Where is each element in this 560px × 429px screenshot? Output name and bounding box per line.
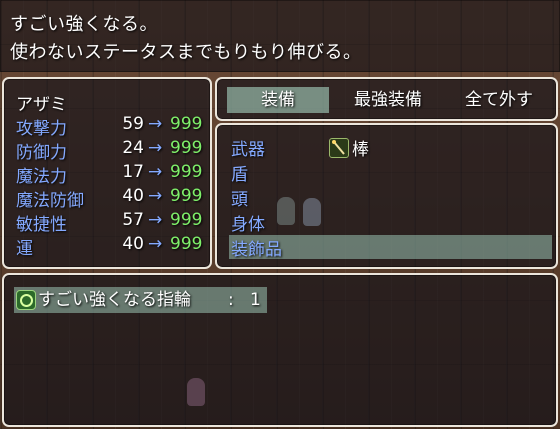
stat-label: 運 bbox=[16, 239, 33, 259]
stat-new-value: 999 bbox=[170, 162, 203, 182]
stat-old-value: 59 bbox=[122, 114, 144, 134]
slot-label: 武器 bbox=[231, 140, 265, 160]
stat-new-value: 999 bbox=[170, 234, 203, 254]
ring-icon bbox=[16, 290, 36, 310]
equip-command-window: 装備 最強装備 全て外す bbox=[215, 77, 558, 121]
stat-old-value: 40 bbox=[122, 186, 144, 206]
arrow-icon: → bbox=[148, 234, 163, 254]
staff-icon bbox=[329, 138, 349, 158]
command-optimize[interactable]: 最強装備 bbox=[335, 87, 441, 113]
stat-old-value: 57 bbox=[122, 210, 144, 230]
arrow-icon: → bbox=[148, 162, 163, 182]
slot-head[interactable]: 頭 bbox=[229, 185, 552, 210]
slot-accessory[interactable]: 装飾品 bbox=[229, 235, 552, 260]
slot-item: 棒 bbox=[329, 135, 369, 160]
arrow-icon: → bbox=[148, 186, 163, 206]
stat-new-value: 999 bbox=[170, 114, 203, 134]
stat-row-magic-defense: 魔法防御 40 → 999 bbox=[16, 186, 206, 211]
help-window: すごい強くなる。 使わないステータスまでもりもり伸びる。 bbox=[0, 0, 560, 72]
command-clear[interactable]: 全て外す bbox=[447, 87, 551, 113]
stat-label: 敏捷性 bbox=[16, 215, 67, 235]
equip-item-list-window: すごい強くなる指輪 : 1 bbox=[2, 273, 558, 427]
list-item[interactable]: すごい強くなる指輪 : 1 bbox=[14, 287, 267, 313]
slot-item-name: 棒 bbox=[352, 140, 369, 160]
slot-label: 身体 bbox=[231, 215, 265, 235]
actor-name: アザミ bbox=[16, 95, 67, 115]
stat-row-luck: 運 40 → 999 bbox=[16, 234, 206, 259]
stat-label: 魔法力 bbox=[16, 167, 67, 187]
slot-body[interactable]: 身体 bbox=[229, 210, 552, 235]
stat-new-value: 999 bbox=[170, 138, 203, 158]
item-colon: : bbox=[228, 290, 234, 310]
slot-label: 盾 bbox=[231, 165, 248, 185]
help-text-line-1: すごい強くなる。 bbox=[10, 14, 158, 35]
slot-label: 装飾品 bbox=[231, 240, 282, 260]
status-window: アザミ 攻撃力 59 → 999 防御力 24 → 999 魔法力 17 → 9… bbox=[2, 77, 212, 269]
stat-new-value: 999 bbox=[170, 210, 203, 230]
stat-row-agility: 敏捷性 57 → 999 bbox=[16, 210, 206, 235]
stat-new-value: 999 bbox=[170, 186, 203, 206]
arrow-icon: → bbox=[148, 210, 163, 230]
arrow-icon: → bbox=[148, 138, 163, 158]
equip-slot-window: 武器 棒 盾 頭 身体 装飾品 bbox=[215, 123, 558, 269]
stat-row-attack: 攻撃力 59 → 999 bbox=[16, 114, 206, 139]
help-text-line-2: 使わないステータスまでもりもり伸びる。 bbox=[10, 42, 362, 63]
stat-old-value: 24 bbox=[122, 138, 144, 158]
item-count: 1 bbox=[250, 290, 261, 310]
command-equip[interactable]: 装備 bbox=[227, 87, 329, 113]
stat-label: 防御力 bbox=[16, 143, 67, 163]
stat-label: 攻撃力 bbox=[16, 119, 67, 139]
arrow-icon: → bbox=[148, 114, 163, 134]
stat-old-value: 17 bbox=[122, 162, 144, 182]
slot-label: 頭 bbox=[231, 190, 248, 210]
stat-label: 魔法防御 bbox=[16, 191, 84, 211]
stat-row-magic-attack: 魔法力 17 → 999 bbox=[16, 162, 206, 187]
stat-row-defense: 防御力 24 → 999 bbox=[16, 138, 206, 163]
slot-weapon[interactable]: 武器 棒 bbox=[229, 135, 552, 160]
item-name: すごい強くなる指輪 bbox=[38, 290, 191, 310]
stat-old-value: 40 bbox=[122, 234, 144, 254]
slot-shield[interactable]: 盾 bbox=[229, 160, 552, 185]
